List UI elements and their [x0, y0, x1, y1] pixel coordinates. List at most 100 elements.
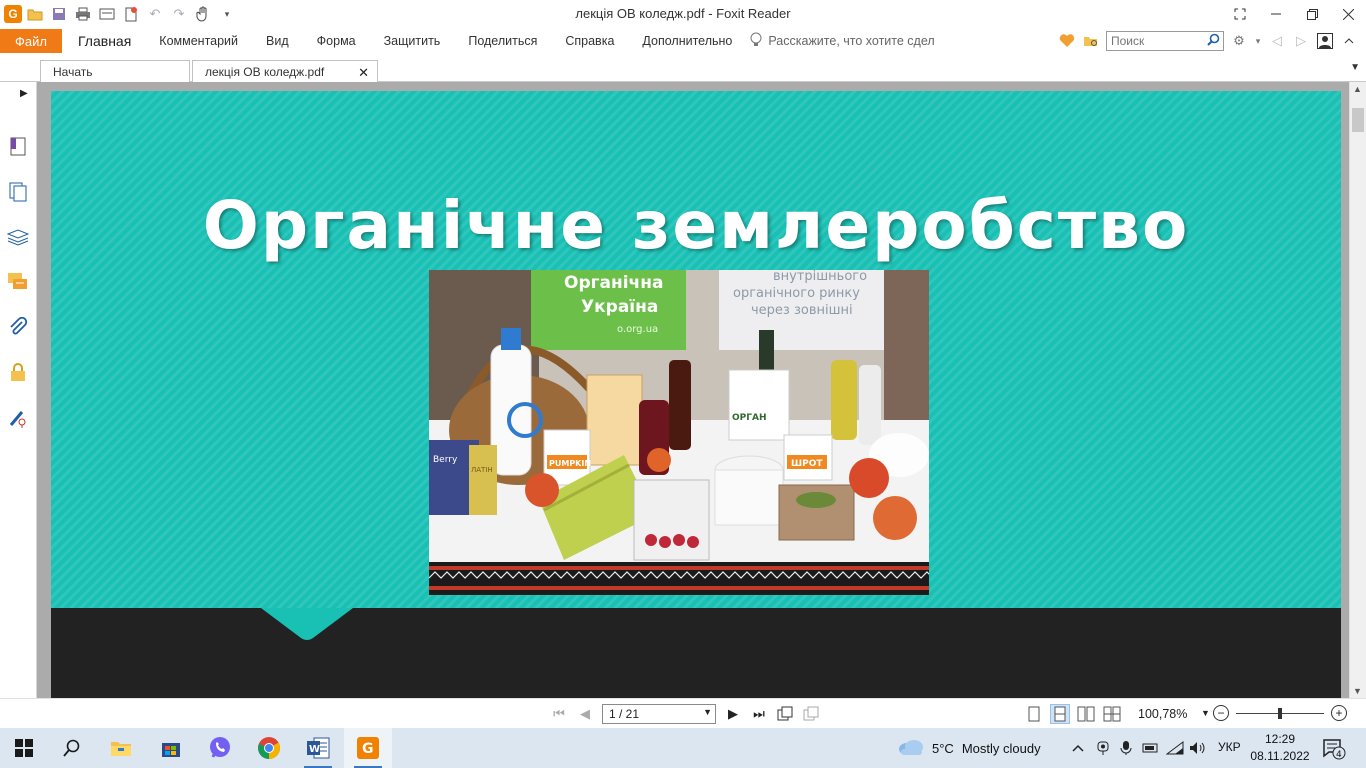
- last-page-icon[interactable]: ⏭: [750, 705, 768, 723]
- volume-icon[interactable]: [1189, 739, 1207, 757]
- tab-home[interactable]: Главная: [62, 29, 145, 53]
- attachments-icon[interactable]: [6, 315, 30, 339]
- system-clock[interactable]: 12:29 08.11.2022: [1250, 731, 1310, 765]
- tab-list-dropdown-icon[interactable]: ▼: [1350, 62, 1360, 73]
- page-number-field[interactable]: 1 / 21 ▼: [602, 704, 716, 724]
- undo-icon[interactable]: ↶: [144, 3, 166, 25]
- print-icon[interactable]: [72, 3, 94, 25]
- hand-tool-icon[interactable]: [192, 3, 214, 25]
- comments-icon[interactable]: [6, 270, 30, 294]
- restore-button[interactable]: [1294, 0, 1330, 28]
- word-icon[interactable]: W: [294, 728, 342, 768]
- collapse-ribbon-icon[interactable]: [1340, 32, 1358, 50]
- taskbar-search-icon[interactable]: [48, 728, 96, 768]
- wifi-icon[interactable]: [1166, 739, 1184, 757]
- continuous-view-icon[interactable]: [1050, 704, 1070, 724]
- tab-protect[interactable]: Защитить: [370, 29, 455, 53]
- input-language[interactable]: УКР: [1218, 740, 1241, 754]
- vertical-scrollbar[interactable]: ▲ ▼: [1349, 82, 1366, 698]
- tab-start[interactable]: Начать: [40, 60, 190, 83]
- minimize-button[interactable]: [1258, 0, 1294, 28]
- zoom-in-icon[interactable]: +: [1331, 705, 1347, 721]
- slide-title: Органічне землеробство: [202, 187, 1190, 264]
- zoom-dropdown-icon[interactable]: ▼: [1201, 708, 1210, 718]
- file-explorer-icon[interactable]: [97, 728, 145, 768]
- svg-text:G: G: [362, 741, 374, 757]
- expand-panel-icon[interactable]: ▶: [20, 88, 28, 99]
- scrollbar-thumb[interactable]: [1352, 108, 1364, 132]
- back-arrow-icon[interactable]: ◁: [1268, 32, 1286, 50]
- show-hidden-icons-icon[interactable]: [1069, 739, 1087, 757]
- fullscreen-icon[interactable]: [1222, 0, 1258, 28]
- microsoft-store-icon[interactable]: [147, 728, 195, 768]
- tab-help[interactable]: Справка: [551, 29, 628, 53]
- page-dropdown-icon[interactable]: ▼: [703, 707, 712, 717]
- foxit-logo-icon[interactable]: G: [4, 5, 22, 23]
- search-field[interactable]: [1106, 31, 1224, 51]
- ribbon-right-tools: ⚙ ▾ ◁ ▷: [1058, 30, 1358, 52]
- foxit-reader-taskbar-icon[interactable]: G: [344, 728, 392, 768]
- tab-extras[interactable]: Дополнительно: [628, 29, 746, 53]
- scroll-down-icon[interactable]: ▼: [1353, 686, 1362, 696]
- bookmarks-icon[interactable]: [6, 134, 30, 158]
- microphone-icon[interactable]: [1117, 739, 1135, 757]
- scroll-up-icon[interactable]: ▲: [1353, 84, 1362, 94]
- tab-share[interactable]: Поделиться: [454, 29, 551, 53]
- pumpkin-label: PUMPKIN: [549, 459, 591, 468]
- open-folder-icon[interactable]: [24, 3, 46, 25]
- heart-icon[interactable]: [1058, 32, 1076, 50]
- search-input[interactable]: [1111, 34, 1207, 48]
- window-controls: [1222, 0, 1366, 28]
- close-tab-icon[interactable]: ✕: [358, 65, 369, 81]
- settings-dropdown-icon[interactable]: ▾: [1254, 32, 1262, 50]
- previous-view-icon[interactable]: [776, 705, 794, 723]
- close-button[interactable]: [1330, 0, 1366, 28]
- next-page-icon[interactable]: ▶: [724, 705, 742, 723]
- zoom-out-icon[interactable]: −: [1213, 705, 1229, 721]
- layers-icon[interactable]: [6, 225, 30, 249]
- camera-icon[interactable]: [1094, 739, 1112, 757]
- tab-form[interactable]: Форма: [303, 29, 370, 53]
- tab-view[interactable]: Вид: [252, 29, 303, 53]
- previous-page-icon[interactable]: ◀: [576, 705, 594, 723]
- redo-icon[interactable]: ↷: [168, 3, 190, 25]
- new-document-icon[interactable]: [120, 3, 142, 25]
- signatures-icon[interactable]: [6, 406, 30, 430]
- organic-box-label: ОРГАН: [732, 413, 766, 423]
- latin-label: ЛАТІН: [471, 466, 493, 474]
- weather-widget[interactable]: 5°C Mostly cloudy: [898, 738, 1041, 759]
- battery-icon[interactable]: [1141, 739, 1159, 757]
- search-icon[interactable]: [1207, 33, 1220, 49]
- settings-gear-icon[interactable]: ⚙: [1230, 32, 1248, 50]
- shrot-label: ШРОТ: [791, 459, 823, 469]
- document-viewport[interactable]: Органічне землеробство Органічна Україна…: [37, 82, 1349, 698]
- tab-current-document[interactable]: лекція ОВ коледж.pdf ✕: [192, 60, 378, 83]
- pdf-page: Органічне землеробство Органічна Україна…: [51, 91, 1341, 698]
- zoom-slider-thumb[interactable]: [1278, 708, 1282, 719]
- scan-icon[interactable]: [96, 3, 118, 25]
- zoom-level[interactable]: 100,78%: [1138, 707, 1187, 721]
- next-view-icon[interactable]: [802, 705, 820, 723]
- clock-time: 12:29: [1264, 732, 1296, 746]
- chrome-icon[interactable]: [245, 728, 293, 768]
- tab-comment[interactable]: Комментарий: [145, 29, 252, 53]
- tell-me-box[interactable]: Расскажите, что хотите сдел: [750, 32, 935, 51]
- notification-center-icon[interactable]: 4: [1322, 738, 1346, 763]
- viber-icon[interactable]: [196, 728, 244, 768]
- page-thumbnails-icon[interactable]: [6, 180, 30, 204]
- forward-arrow-icon[interactable]: ▷: [1292, 32, 1310, 50]
- single-page-view-icon[interactable]: [1024, 704, 1044, 724]
- user-account-icon[interactable]: [1316, 32, 1334, 50]
- find-folder-icon[interactable]: [1082, 32, 1100, 50]
- notification-count: 4: [1336, 750, 1342, 760]
- facing-view-icon[interactable]: [1076, 704, 1096, 724]
- file-tab[interactable]: Файл: [0, 29, 62, 53]
- lightbulb-icon: [750, 32, 762, 51]
- banner-url: o.org.ua: [617, 324, 658, 335]
- security-lock-icon[interactable]: [6, 360, 30, 384]
- save-icon[interactable]: [48, 3, 70, 25]
- windows-start-icon[interactable]: [0, 728, 48, 768]
- first-page-icon[interactable]: ⏮: [550, 705, 568, 723]
- qat-dropdown-icon[interactable]: ▾: [216, 3, 238, 25]
- continuous-facing-view-icon[interactable]: [1102, 704, 1122, 724]
